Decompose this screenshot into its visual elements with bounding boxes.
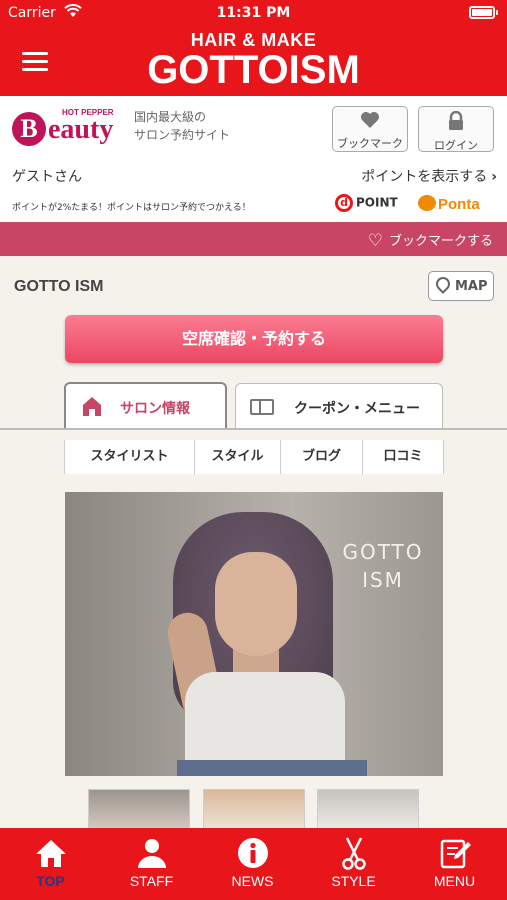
tab-salon-info-label: サロン情報 — [120, 401, 190, 417]
photo-face — [215, 552, 297, 656]
bookmark-bar: ♡ ブックマークする — [0, 222, 507, 256]
photo-watermark-line1: GOTTO — [342, 540, 424, 564]
home-icon — [82, 395, 102, 417]
add-bookmark-link[interactable]: ♡ ブックマークする — [368, 230, 493, 251]
tabbar-top[interactable]: TOP — [0, 828, 101, 900]
home-icon — [34, 836, 68, 870]
add-bookmark-label: ブックマークする — [388, 234, 493, 249]
app-header: Carrier 11:31 PM HAIR & MAKE GOTTOISM — [0, 0, 507, 96]
tab-coupon-menu[interactable]: クーポン・メニュー — [235, 383, 443, 429]
photo-jeans — [177, 760, 367, 776]
tabbar-staff[interactable]: STAFF — [101, 828, 202, 900]
heart-icon — [333, 111, 407, 134]
chevron-right-icon: › — [491, 169, 497, 185]
status-bar: Carrier 11:31 PM — [0, 0, 507, 28]
subnav-blog[interactable]: ブログ — [280, 440, 362, 474]
beauty-bar: HOT PEPPER B eauty 国内最大級の サロン予約サイト ブックマー… — [0, 96, 507, 160]
thumbnail-1[interactable] — [88, 789, 190, 830]
ponta-face-icon — [418, 195, 436, 211]
tab-salon-info[interactable]: サロン情報 — [64, 382, 227, 430]
thumbnail-3[interactable] — [317, 789, 419, 830]
salon-name: GOTTO ISM — [14, 278, 104, 295]
ponta-logo: Ponta — [418, 195, 480, 213]
tabbar-staff-label: STAFF — [129, 873, 174, 889]
logo-subtitle: HAIR & MAKE — [190, 30, 317, 50]
beauty-logo-word: eauty — [48, 114, 114, 145]
dpoint-label: POINT — [356, 195, 398, 210]
tabbar-style[interactable]: STYLE — [303, 828, 404, 900]
subnav-style[interactable]: スタイル — [194, 440, 280, 474]
bookmark-button-label: ブックマーク — [337, 137, 403, 150]
reserve-button[interactable]: 空席確認・予約する — [65, 315, 443, 363]
bookmark-button[interactable]: ブックマーク — [332, 106, 408, 152]
tab-divider — [0, 428, 507, 430]
heart-outline-icon: ♡ — [367, 231, 383, 251]
tagline-line1: 国内最大級の — [134, 110, 207, 124]
salon-main-photo[interactable]: GOTTO ISM — [65, 492, 443, 776]
ponta-label: Ponta — [438, 196, 480, 213]
tabbar-news[interactable]: NEWS — [202, 828, 303, 900]
dpoint-letter: d — [335, 194, 353, 212]
subnav-reviews[interactable]: 口コミ — [362, 440, 444, 474]
user-row: ゲストさん ポイントを表示する › — [0, 160, 507, 190]
hotpepper-beauty-logo: HOT PEPPER B eauty — [12, 108, 127, 148]
login-button-label: ログイン — [434, 139, 478, 152]
tabbar-menu[interactable]: MENU — [404, 828, 505, 900]
tabbar-style-label: STYLE — [331, 873, 376, 889]
scissors-icon — [337, 836, 371, 870]
dpoint-logo: d POINT — [335, 194, 398, 212]
battery-icon — [469, 6, 498, 19]
tab-coupon-menu-label: クーポン・メニュー — [294, 401, 420, 417]
subnav-stylist[interactable]: スタイリスト — [64, 440, 194, 474]
photo-thumbnails — [88, 789, 420, 830]
beauty-logo-letter: B — [12, 112, 46, 146]
guest-name: ゲストさん — [12, 169, 82, 185]
photo-watermark: GOTTO ISM — [327, 538, 439, 594]
tabbar-menu-label: MENU — [433, 873, 476, 889]
logo-title: GOTTOISM — [147, 48, 360, 92]
map-pin-icon — [433, 274, 453, 294]
salon-section: GOTTO ISM MAP 空席確認・予約する サロン情報 クーポン・メニュー … — [0, 256, 507, 830]
status-time: 11:31 PM — [216, 5, 291, 21]
thumbnail-2[interactable] — [203, 789, 305, 830]
info-icon — [236, 836, 270, 870]
show-points-link[interactable]: ポイントを表示する › — [361, 166, 497, 186]
person-icon — [135, 836, 169, 870]
tagline-line2: サロン予約サイト — [134, 128, 231, 142]
map-button-label: MAP — [455, 279, 488, 294]
photo-watermark-line2: ISM — [362, 568, 404, 592]
beauty-tagline: 国内最大級の サロン予約サイト — [134, 108, 230, 144]
app-logo: HAIR & MAKE GOTTOISM — [0, 30, 507, 90]
login-button[interactable]: ログイン — [418, 106, 494, 152]
salon-subnav: スタイリスト スタイル ブログ 口コミ — [64, 440, 444, 474]
promo-row: ポイントが2%たまる！ポイントはサロン予約でつかえる！ d POINT Ponta — [0, 190, 507, 220]
tabbar-top-label: TOP — [36, 873, 65, 889]
map-button[interactable]: MAP — [428, 271, 494, 301]
edit-icon — [438, 836, 472, 870]
book-icon — [250, 399, 274, 415]
promo-text: ポイントが2%たまる！ポイントはサロン予約でつかえる！ — [12, 203, 251, 213]
lock-icon — [419, 110, 493, 136]
show-points-label: ポイントを表示する — [361, 169, 488, 185]
tabbar-news-label: NEWS — [231, 873, 274, 889]
bottom-tab-bar: TOP STAFF NEWS STYLE MENU — [0, 828, 507, 900]
